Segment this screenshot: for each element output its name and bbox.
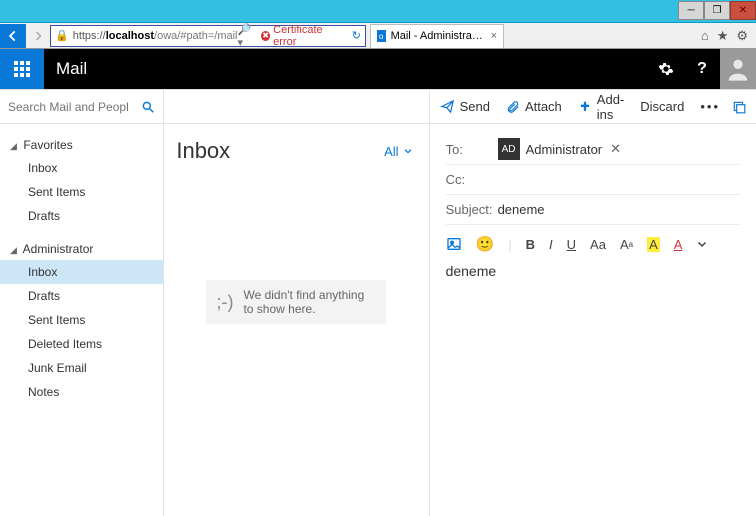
main-region: ◢ Favorites Inbox Sent Items Drafts ◢ Ad… (0, 89, 756, 516)
nav-item-fav-sent[interactable]: Sent Items (0, 180, 163, 204)
more-actions-button[interactable]: ••• (700, 99, 720, 114)
bold-button[interactable]: B (526, 237, 535, 252)
favorites-label: Favorites (23, 138, 72, 152)
tab-close-icon[interactable]: × (491, 30, 497, 42)
empty-face-icon: ;-) (216, 292, 233, 313)
compose-pane: Send Attach Add-ins Discard ••• (430, 90, 756, 516)
nav-item-deleted[interactable]: Deleted Items (0, 332, 163, 356)
format-toolbar: 🙂 | B I U Aa Aa A A (446, 225, 740, 261)
subject-label: Subject: (446, 202, 498, 217)
nav-item-notes[interactable]: Notes (0, 380, 163, 404)
message-body[interactable]: deneme (446, 261, 740, 279)
addins-button[interactable]: Add-ins (578, 92, 624, 122)
attach-button[interactable]: Attach (506, 99, 562, 114)
settings-button[interactable] (648, 49, 684, 89)
empty-message: We didn't find anything to show here. (243, 288, 376, 316)
subject-row[interactable]: Subject: (446, 195, 740, 225)
font-color-button[interactable]: A (674, 237, 683, 252)
empty-state: ;-) We didn't find anything to show here… (206, 280, 386, 324)
italic-button[interactable]: I (549, 237, 553, 252)
account-header[interactable]: ◢ Administrator (0, 238, 163, 260)
caret-icon: ◢ (10, 141, 20, 152)
search-bar[interactable] (0, 90, 163, 124)
recipient-remove-icon[interactable]: ✕ (610, 141, 621, 157)
discard-label: Discard (640, 99, 684, 114)
recipient-avatar: AD (498, 138, 520, 160)
browser-forward-button[interactable] (26, 24, 50, 48)
to-label: To: (446, 142, 498, 157)
nav-item-drafts[interactable]: Drafts (0, 284, 163, 308)
inbox-title: Inbox (176, 138, 230, 164)
filter-label: All (384, 144, 398, 159)
app-launcher-button[interactable] (0, 49, 44, 89)
paperclip-icon (506, 100, 520, 114)
discard-button[interactable]: Discard (640, 99, 684, 114)
send-icon (440, 99, 455, 114)
outlook-favicon: o (377, 30, 386, 42)
chevron-down-icon (403, 146, 413, 156)
addins-label: Add-ins (597, 92, 624, 122)
window-maximize-button[interactable]: ❐ (704, 1, 730, 20)
tools-icon[interactable]: ⚙ (736, 28, 748, 44)
emoji-button[interactable]: 🙂 (476, 235, 495, 253)
home-icon[interactable]: ⌂ (701, 28, 709, 43)
mid-toolbar-spacer (164, 90, 428, 124)
nav-item-inbox[interactable]: Inbox (0, 260, 163, 284)
attach-label: Attach (525, 99, 562, 114)
nav-item-junk[interactable]: Junk Email (0, 356, 163, 380)
font-size-button[interactable]: Aa (620, 237, 633, 252)
send-label: Send (460, 99, 490, 114)
search-input[interactable] (8, 100, 128, 114)
cc-field-row[interactable]: Cc: (446, 165, 740, 195)
browser-address-bar: 🔒 https:// localhost /owa/#path=/mail 🔎 … (0, 23, 756, 49)
caret-icon: ◢ (10, 245, 20, 256)
case-button[interactable]: Aa (590, 237, 606, 252)
lock-icon: 🔒 (55, 29, 69, 42)
window-titlebar: ─ ❐ ✕ (0, 0, 756, 23)
user-avatar[interactable] (720, 49, 756, 89)
message-list-pane: Inbox All ;-) We didn't find anything to… (164, 90, 429, 516)
certificate-error[interactable]: 🔎 ▾ ✖ Certificate error ↻ (238, 23, 362, 49)
app-bar: Mail ? (0, 49, 756, 89)
help-button[interactable]: ? (684, 49, 720, 89)
cc-label: Cc: (446, 172, 498, 187)
refresh-icon[interactable]: ↻ (352, 29, 361, 42)
compose-toolbar: Send Attach Add-ins Discard ••• (430, 90, 756, 124)
tab-title: Mail - Administrator - Outl... (391, 30, 486, 42)
url-host: localhost (106, 30, 154, 42)
inbox-filter[interactable]: All (384, 144, 412, 159)
window-minimize-button[interactable]: ─ (678, 1, 704, 20)
subject-input[interactable] (498, 202, 674, 217)
app-name: Mail (56, 59, 87, 79)
recipient-name: Administrator (526, 142, 603, 157)
addins-icon (578, 100, 592, 114)
to-field-row[interactable]: To: AD Administrator ✕ (446, 134, 740, 165)
url-prefix: https:// (73, 30, 106, 42)
popout-button[interactable] (732, 100, 746, 114)
browser-back-button[interactable] (0, 24, 26, 48)
send-button[interactable]: Send (440, 99, 490, 114)
format-more-button[interactable] (696, 238, 708, 250)
account-label: Administrator (23, 242, 94, 256)
nav-item-fav-inbox[interactable]: Inbox (0, 156, 163, 180)
url-field[interactable]: 🔒 https:// localhost /owa/#path=/mail 🔎 … (50, 25, 366, 47)
url-path: /owa/#path=/mail (154, 30, 237, 42)
window-close-button[interactable]: ✕ (730, 1, 756, 20)
underline-button[interactable]: U (567, 237, 576, 252)
favorites-header[interactable]: ◢ Favorites (0, 134, 163, 156)
nav-item-sent[interactable]: Sent Items (0, 308, 163, 332)
folder-nav: ◢ Favorites Inbox Sent Items Drafts ◢ Ad… (0, 90, 164, 516)
browser-tab[interactable]: o Mail - Administrator - Outl... × (370, 24, 504, 48)
nav-item-fav-drafts[interactable]: Drafts (0, 204, 163, 228)
insert-image-button[interactable] (446, 236, 462, 252)
favorites-icon[interactable]: ★ (717, 28, 729, 44)
search-icon[interactable] (141, 100, 155, 114)
highlight-button[interactable]: A (647, 237, 660, 252)
